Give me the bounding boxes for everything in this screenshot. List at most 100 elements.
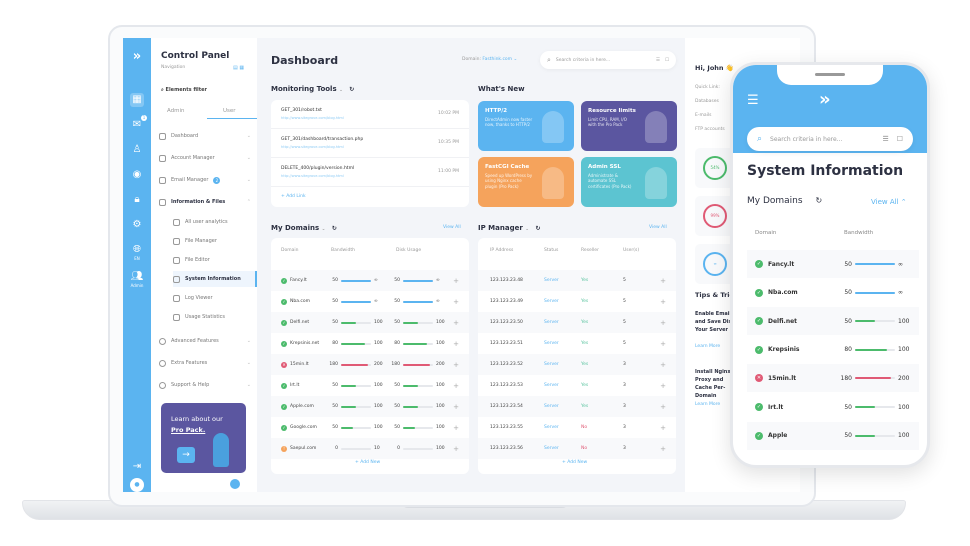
nav-subitem[interactable]: Usage Statistics [173, 309, 257, 325]
domain-name[interactable]: Fancy.lt [768, 261, 828, 268]
monitoring-item[interactable]: GET_301/dashboard/transaction.php http://… [271, 129, 469, 158]
phone-domain-row[interactable]: ✓ Nba.com 50 ∞ [747, 279, 919, 307]
filter-icon[interactable]: ☰ [882, 135, 888, 143]
pro-pack-promo[interactable]: Learn about our Pro Pack. → [161, 403, 246, 473]
quick-link[interactable]: E-mails [695, 113, 711, 118]
refresh-icon[interactable]: ↻ [349, 86, 354, 93]
edit-icon[interactable]: ☐ [665, 58, 669, 63]
nav-subitem[interactable]: Log Viewer [173, 290, 257, 306]
ip-row[interactable]: 123.123.23.52 Server Yes 3 + [478, 354, 676, 375]
monitoring-item[interactable]: DELETE_400/plugin/version.html http://www… [271, 158, 469, 187]
chat-button[interactable] [230, 479, 240, 489]
expand-plus-icon[interactable]: + [453, 298, 459, 306]
messages-icon[interactable]: ✉ 1 [130, 115, 147, 132]
domain-row[interactable]: ✕ 15min.lt 180 200 180 200 + [271, 354, 469, 375]
add-link-button[interactable]: + Add Link [281, 194, 306, 199]
nav-item-mail[interactable]: Email Manager 2 ⌄ [159, 172, 251, 188]
expand-plus-icon[interactable]: + [453, 382, 459, 390]
expand-plus-icon[interactable]: + [453, 277, 459, 285]
domain-row[interactable]: ✓ Irt.lt 50 100 50 100 + [271, 375, 469, 396]
search-bar[interactable]: ⌕ Search criteria in here... ☰ ☐ [540, 51, 676, 69]
expand-plus-icon[interactable]: + [660, 403, 666, 411]
phone-domain-row[interactable]: ✓ Delfi.net 50 100 [747, 307, 919, 336]
expand-plus-icon[interactable]: + [660, 361, 666, 369]
promo-line-2[interactable]: Pro Pack. [171, 426, 205, 434]
whats-new-card[interactable]: Resource limits Limit CPU, RAM, I/O with … [581, 101, 677, 151]
phone-domain-row[interactable]: ✓ Fancy.lt 50 ∞ [747, 250, 919, 278]
edit-icon[interactable]: ☐ [897, 135, 903, 143]
expand-plus-icon[interactable]: + [660, 340, 666, 348]
domain-row[interactable]: ✓ Fancy.lt 50 ∞ 50 ∞ + [271, 270, 469, 291]
settings-icon[interactable]: ⚙ [130, 218, 144, 232]
ip-row[interactable]: 123.123.23.50 Server Yes 5 + [478, 312, 676, 333]
whats-new-card[interactable]: FastCGI Cache Speed up WordPress by using… [478, 157, 574, 207]
tip-2-learn-more[interactable]: Learn More [695, 402, 720, 407]
domain-name[interactable]: Saepul.com [290, 446, 328, 451]
domain-name[interactable]: Apple.com [290, 404, 328, 409]
domain-select[interactable]: Fasthink.com [482, 57, 512, 62]
nav-item-more[interactable]: Support & Help ⌄ [159, 377, 251, 393]
domain-name[interactable]: Delfi.net [768, 318, 828, 325]
phone-view-all[interactable]: View All ⌃ [871, 198, 907, 206]
phone-domain-row[interactable]: ✕ 15min.lt 180 200 [747, 364, 919, 393]
domain-row[interactable]: ✓ Krepsinis.net 80 100 80 100 + [271, 333, 469, 354]
nav-item-more[interactable]: Extra Features ⌄ [159, 355, 251, 371]
expand-plus-icon[interactable]: + [453, 361, 459, 369]
user-avatar[interactable]: ● [130, 478, 144, 492]
domain-name[interactable]: Irt.lt [768, 404, 828, 411]
refresh-icon[interactable]: ↻ [815, 196, 822, 205]
expand-plus-icon[interactable]: + [453, 319, 459, 327]
expand-plus-icon[interactable]: + [453, 340, 459, 348]
phone-domain-row[interactable]: ✓ Krepsinis 80 100 [747, 336, 919, 364]
language-label[interactable]: EN [123, 256, 151, 261]
hamburger-menu-icon[interactable]: ☰ [747, 93, 759, 108]
phone-domain-row[interactable]: ✓ Apple 50 100 [747, 421, 919, 450]
domain-name[interactable]: Apple [768, 432, 828, 439]
domain-name[interactable]: Fancy.lt [290, 278, 328, 283]
tab-admin[interactable]: Admin [167, 108, 185, 114]
user-icon[interactable]: ♙ [130, 143, 144, 157]
ip-view-all[interactable]: View All [649, 225, 667, 230]
domain-name[interactable]: Delfi.net [290, 320, 328, 325]
expand-plus-icon[interactable]: + [660, 424, 666, 432]
domain-name[interactable]: 15min.lt [290, 362, 328, 367]
domain-row[interactable]: ! Saepul.com 0 10 0 100 + [271, 438, 469, 459]
ip-add-new[interactable]: + Add New [562, 460, 587, 465]
ip-row[interactable]: 123.123.23.48 Server Yes 5 + [478, 270, 676, 291]
domains-add-new[interactable]: + Add New [355, 460, 380, 465]
expand-plus-icon[interactable]: + [453, 403, 459, 411]
quick-link[interactable]: FTP accounts [695, 127, 725, 132]
domains-refresh-icon[interactable]: ↻ [332, 225, 337, 232]
expand-plus-icon[interactable]: + [660, 382, 666, 390]
expand-plus-icon[interactable]: + [660, 445, 666, 453]
nav-item-folder[interactable]: Information & Files ⌃ [159, 194, 251, 210]
ip-refresh-icon[interactable]: ↻ [535, 225, 540, 232]
elements-filter[interactable]: ⌕ Elements filter [161, 87, 207, 93]
domain-name[interactable]: 15min.lt [768, 375, 828, 382]
admin-label[interactable]: Admin [123, 283, 151, 288]
logout-icon[interactable]: ⇥ [130, 460, 144, 474]
expand-plus-icon[interactable]: + [660, 319, 666, 327]
whats-new-card[interactable]: Admin SSL Administrate & automate SSL cer… [581, 157, 677, 207]
phone-search-input[interactable]: Search criteria in here... [770, 136, 874, 143]
nav-item-more[interactable]: Advanced Features ⌄ [159, 333, 251, 349]
expand-plus-icon[interactable]: + [453, 424, 459, 432]
expand-plus-icon[interactable]: + [453, 445, 459, 453]
domain-name[interactable]: Krepsinis.net [290, 341, 328, 346]
globe-icon[interactable]: 🌐︎ [130, 243, 144, 257]
lock-icon[interactable]: 🔒︎ [130, 193, 144, 207]
domain-row[interactable]: ✓ Google.com 50 100 50 100 + [271, 417, 469, 438]
expand-plus-icon[interactable]: + [660, 298, 666, 306]
filter-icon[interactable]: ☰ [656, 58, 660, 63]
quick-link[interactable]: Databases [695, 99, 719, 104]
domain-name[interactable]: Krepsinis [768, 346, 828, 353]
domain-row[interactable]: ✓ Nba.com 50 ∞ 50 ∞ + [271, 291, 469, 312]
arrow-right-icon[interactable]: → [177, 447, 195, 463]
nav-item-account[interactable]: Account Manager ⌄ [159, 150, 251, 166]
expand-plus-icon[interactable]: + [660, 277, 666, 285]
ip-row[interactable]: 123.123.23.56 Server No 3 + [478, 438, 676, 459]
nav-item-dashboard[interactable]: Dashboard ⌄ [159, 128, 251, 144]
tip-1-learn-more[interactable]: Learn More [695, 344, 720, 349]
nav-subitem[interactable]: All user analytics [173, 214, 257, 230]
request-url[interactable]: http://www.sitegrove.com/blog.html [281, 174, 344, 178]
